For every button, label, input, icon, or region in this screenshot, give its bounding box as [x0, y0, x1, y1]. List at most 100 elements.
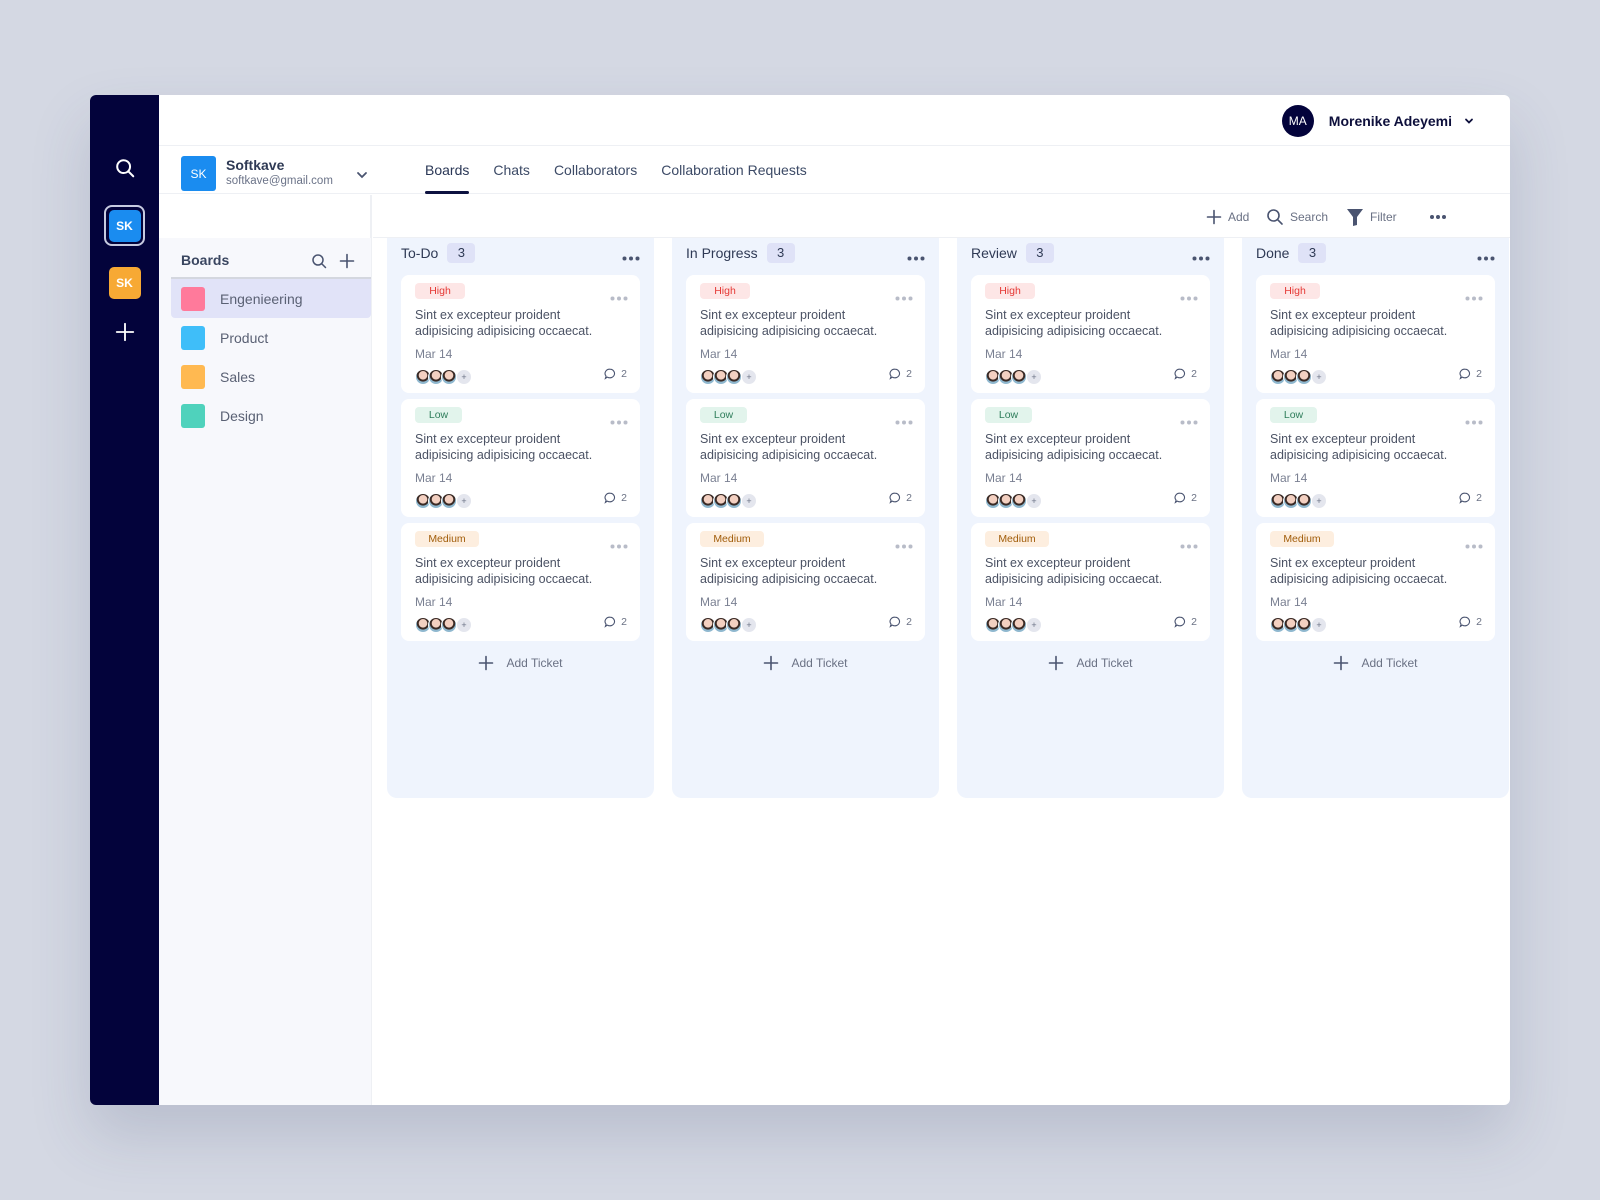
- tab-boards[interactable]: Boards: [425, 146, 470, 194]
- board-item-design[interactable]: Design: [171, 396, 371, 435]
- more-horizontal-icon[interactable]: [610, 536, 628, 554]
- add-ticket-button[interactable]: Add Ticket: [957, 653, 1224, 673]
- workspace-rail: SK SK: [90, 95, 159, 1105]
- ticket-card[interactable]: Medium Sint ex excepteur proident adipis…: [401, 523, 640, 641]
- priority-badge: Medium: [415, 531, 479, 547]
- more-horizontal-icon[interactable]: [1477, 248, 1495, 266]
- comment-count[interactable]: 2: [1174, 368, 1197, 380]
- more-options-button[interactable]: [1429, 195, 1453, 238]
- add-button[interactable]: Add: [1206, 195, 1249, 238]
- add-ticket-button[interactable]: Add Ticket: [1242, 653, 1509, 673]
- user-menu[interactable]: MA Morenike Adeyemi: [1281, 105, 1474, 137]
- more-horizontal-icon[interactable]: [1180, 536, 1198, 554]
- board-item-product[interactable]: Product: [171, 318, 371, 357]
- more-horizontal-icon[interactable]: [895, 536, 913, 554]
- assignee-avatars[interactable]: +: [1270, 617, 1327, 633]
- assignee-avatars[interactable]: +: [415, 493, 472, 509]
- assignee-avatars[interactable]: +: [700, 493, 757, 509]
- ticket-card[interactable]: Medium Sint ex excepteur proident adipis…: [971, 523, 1210, 641]
- more-horizontal-icon[interactable]: [1180, 412, 1198, 430]
- assignee-avatars[interactable]: +: [1270, 369, 1327, 385]
- user-name: Morenike Adeyemi: [1328, 113, 1452, 129]
- comment-count[interactable]: 2: [1174, 492, 1197, 504]
- priority-badge: Low: [415, 407, 462, 423]
- column-count-badge: 3: [1025, 243, 1054, 263]
- assignee-avatars[interactable]: +: [985, 369, 1042, 385]
- column-to-do: To-Do 3 High Sint ex excepteur proident …: [387, 238, 654, 798]
- ticket-card[interactable]: High Sint ex excepteur proident adipisic…: [401, 275, 640, 393]
- search-icon[interactable]: [311, 253, 327, 269]
- assignee-avatars[interactable]: +: [1270, 493, 1327, 509]
- ticket-card[interactable]: Low Sint ex excepteur proident adipisici…: [686, 399, 925, 517]
- assignee-avatars[interactable]: +: [985, 493, 1042, 509]
- ticket-card[interactable]: Medium Sint ex excepteur proident adipis…: [686, 523, 925, 641]
- assignee-avatars[interactable]: +: [415, 369, 472, 385]
- column-title: In Progress: [686, 245, 758, 261]
- tab-chats[interactable]: Chats: [493, 146, 530, 194]
- comment-count[interactable]: 2: [604, 492, 627, 504]
- comment-count[interactable]: 2: [889, 616, 912, 628]
- comment-count[interactable]: 2: [1174, 616, 1197, 628]
- ticket-title: Sint ex excepteur proident adipisicing a…: [415, 556, 593, 586]
- add-ticket-button[interactable]: Add Ticket: [387, 653, 654, 673]
- more-assignees-badge: +: [741, 493, 757, 509]
- more-horizontal-icon[interactable]: [1192, 248, 1210, 266]
- more-horizontal-icon[interactable]: [1465, 412, 1483, 430]
- top-bar: MA Morenike Adeyemi: [159, 95, 1510, 146]
- assignee-avatars[interactable]: +: [415, 617, 472, 633]
- comment-icon: [889, 368, 901, 380]
- boards-panel-spacer: [159, 195, 371, 238]
- more-assignees-badge: +: [741, 617, 757, 633]
- chevron-down-icon[interactable]: [355, 168, 369, 182]
- search-button[interactable]: Search: [1266, 195, 1328, 238]
- filter-button[interactable]: Filter: [1346, 195, 1397, 238]
- more-horizontal-icon[interactable]: [907, 248, 925, 266]
- comment-count[interactable]: 2: [604, 616, 627, 628]
- assignee-avatars[interactable]: +: [700, 369, 757, 385]
- ticket-card[interactable]: High Sint ex excepteur proident adipisic…: [686, 275, 925, 393]
- more-horizontal-icon[interactable]: [895, 288, 913, 306]
- add-ticket-button[interactable]: Add Ticket: [672, 653, 939, 673]
- comment-icon: [1459, 368, 1471, 380]
- more-horizontal-icon[interactable]: [622, 248, 640, 266]
- more-horizontal-icon[interactable]: [1180, 288, 1198, 306]
- tab-collaboration-requests[interactable]: Collaboration Requests: [661, 146, 807, 194]
- column-header: Review 3: [971, 238, 1210, 268]
- ticket-card[interactable]: Medium Sint ex excepteur proident adipis…: [1256, 523, 1495, 641]
- board-toolbar: Add Search Filter: [373, 195, 1510, 238]
- workspace-tile-1[interactable]: SK: [108, 210, 141, 242]
- tab-collaborators[interactable]: Collaborators: [554, 146, 637, 194]
- assignee-avatars[interactable]: +: [700, 617, 757, 633]
- search-icon[interactable]: [114, 157, 136, 179]
- ticket-card[interactable]: Low Sint ex excepteur proident adipisici…: [401, 399, 640, 517]
- ticket-card[interactable]: High Sint ex excepteur proident adipisic…: [971, 275, 1210, 393]
- comment-count[interactable]: 2: [889, 368, 912, 380]
- comment-count[interactable]: 2: [604, 368, 627, 380]
- chevron-down-icon[interactable]: [1464, 116, 1474, 126]
- assignee-avatars[interactable]: +: [985, 617, 1042, 633]
- comment-count[interactable]: 2: [1459, 492, 1482, 504]
- board-item-sales[interactable]: Sales: [171, 357, 371, 396]
- more-horizontal-icon[interactable]: [1465, 536, 1483, 554]
- comment-count-value: 2: [621, 616, 627, 628]
- more-horizontal-icon[interactable]: [1465, 288, 1483, 306]
- more-horizontal-icon[interactable]: [610, 288, 628, 306]
- plus-icon[interactable]: [339, 253, 355, 269]
- more-horizontal-icon[interactable]: [610, 412, 628, 430]
- ticket-card[interactable]: Low Sint ex excepteur proident adipisici…: [971, 399, 1210, 517]
- plus-icon[interactable]: [114, 321, 136, 343]
- comment-count[interactable]: 2: [1459, 616, 1482, 628]
- plus-icon: [764, 655, 779, 671]
- comment-count[interactable]: 2: [889, 492, 912, 504]
- priority-badge: High: [700, 283, 750, 299]
- ticket-card[interactable]: High Sint ex excepteur proident adipisic…: [1256, 275, 1495, 393]
- column-count-badge: 3: [766, 243, 795, 263]
- ticket-title: Sint ex excepteur proident adipisicing a…: [985, 308, 1163, 338]
- filter-icon: [1347, 208, 1363, 226]
- ticket-card[interactable]: Low Sint ex excepteur proident adipisici…: [1256, 399, 1495, 517]
- board-item-engineering[interactable]: Engenieering: [171, 279, 371, 318]
- workspace-tile-2[interactable]: SK: [108, 267, 141, 299]
- more-horizontal-icon[interactable]: [895, 412, 913, 430]
- comment-count-value: 2: [1191, 368, 1197, 380]
- comment-count[interactable]: 2: [1459, 368, 1482, 380]
